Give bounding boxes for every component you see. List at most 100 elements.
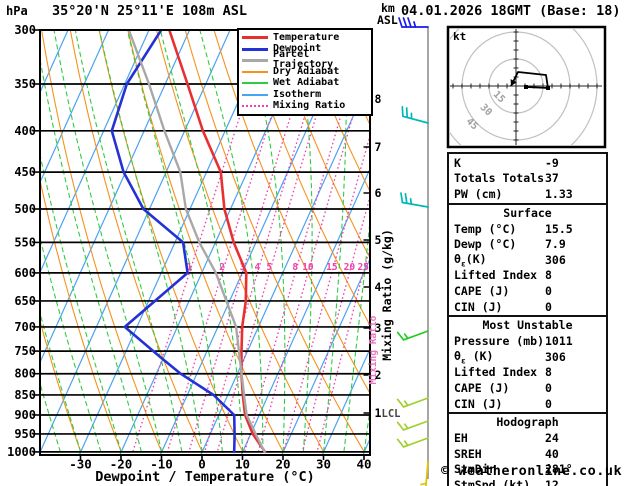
pressure-tick-label: 1000: [7, 445, 36, 459]
barb-half-feather: [403, 400, 409, 407]
mixing-axis-label: Mixing Ratio (g/kg): [380, 229, 394, 361]
km-tick-label: 8: [375, 92, 382, 106]
wind-barb: [396, 420, 429, 431]
legend-item: Temperature: [242, 32, 371, 43]
wind-barb: [396, 437, 429, 448]
footer-credit: © weatheronline.co.uk: [441, 463, 623, 479]
asl-axis-unit: ASL: [377, 13, 398, 27]
table-row: PW (cm) 1.33: [449, 186, 606, 202]
barb-half-feather: [403, 440, 409, 447]
table-row: CAPE (J) 0: [449, 283, 606, 299]
mixing-ratio-value-label: 15: [326, 262, 338, 273]
row-value: 0: [545, 299, 552, 314]
pressure-tick-label: 950: [14, 427, 36, 441]
row-value: 12: [545, 477, 559, 486]
row-label: PW (cm): [454, 186, 503, 201]
row-value: -9: [545, 155, 559, 170]
table-row: Lifted Index 8: [449, 268, 606, 284]
row-label: Lifted Index: [454, 268, 538, 283]
wind-barb: [398, 17, 429, 28]
pressure-tick-label: 400: [14, 124, 36, 138]
pressure-tick-label: 550: [14, 235, 36, 249]
barb-feather: [396, 438, 405, 448]
row-value: 8: [545, 365, 552, 380]
indices-section: K -9 Totals Totals 37 PW (cm) 1.33: [447, 152, 608, 205]
mixing-ratio-value-label: 20: [344, 262, 356, 273]
legend-item-label: Dry Adiabat: [273, 65, 340, 77]
row-label: EH: [454, 431, 468, 446]
pressure-tick-label: 750: [14, 344, 36, 358]
legend-item: Parcel Trajectory: [242, 50, 371, 70]
wind-barb: [396, 330, 429, 341]
barb-feather: [407, 17, 412, 28]
row-value: 0: [545, 380, 552, 395]
row-label: K: [454, 155, 461, 170]
table-row: Lifted Index 8: [449, 365, 606, 381]
pressure-tick-label: 800: [14, 367, 36, 381]
mixing-ratio-value-label: 4: [255, 262, 261, 273]
legend-swatch-mixing-ratio: [242, 105, 268, 108]
barb-feather: [404, 193, 408, 205]
pressure-tick-label: 500: [14, 202, 36, 216]
pressure-tick-label: 300: [14, 23, 36, 37]
barb-feather: [398, 17, 403, 28]
row-label: Lifted Index: [454, 365, 538, 380]
row-label: SREH: [454, 446, 482, 461]
row-value: 8: [545, 268, 552, 283]
table-row: θε (K) 306: [449, 349, 606, 365]
row-label: CAPE (J): [454, 380, 510, 395]
barb-feather: [402, 17, 408, 28]
barb-feather: [405, 107, 409, 119]
section-header: Surface: [503, 205, 552, 220]
row-value: 306: [545, 349, 566, 364]
station-title: 35°20'N 25°11'E 108m ASL: [52, 3, 248, 19]
wind-barb: [420, 461, 429, 486]
pressure-tick-label: 600: [14, 266, 36, 280]
mixing-ratio-value-label: 2: [219, 262, 225, 273]
table-row: CAPE (J) 0: [449, 380, 606, 396]
mixing-axis-label-pink: Mixing Ratio: [368, 315, 379, 384]
indices-section-most-unstable: Most Unstable Pressure (mb) 1011 θε (K) 306 L…: [447, 315, 608, 415]
legend-item: Mixing Ratio: [242, 100, 371, 111]
mixing-ratio-value-label: 10: [302, 262, 314, 273]
km-tick-label: 7: [375, 140, 382, 154]
row-label: Totals Totals: [454, 171, 545, 186]
row-value: 1011: [545, 334, 573, 349]
row-value: 1.33: [545, 186, 573, 201]
barb-half-feather: [403, 333, 409, 340]
barb-feather: [401, 105, 404, 118]
section-header: Most Unstable: [482, 318, 573, 333]
wet-adiabat-line: [384, 17, 453, 452]
hodograph-unit-label: kt: [453, 30, 467, 43]
barb-shaft: [425, 461, 429, 486]
legend-item: Wet Adiabat: [242, 78, 371, 89]
legend-swatch-temperature: [242, 36, 268, 40]
row-value: 0: [545, 283, 552, 298]
legend-swatch-wet-adiabat: [242, 82, 268, 85]
lcl-label: LCL: [382, 408, 401, 420]
row-label: StmSpd (kt): [454, 477, 531, 486]
barb-feather: [396, 398, 405, 408]
pressure-tick-label: 450: [14, 165, 36, 179]
legend-item-label: Temperature: [273, 31, 340, 43]
row-label: Dewp (°C): [454, 237, 517, 252]
legend-item: Isotherm: [242, 89, 371, 100]
row-label: CIN (J): [454, 299, 503, 314]
row-label: θε(K): [454, 251, 487, 268]
table-row: CIN (J) 0: [449, 396, 606, 412]
table-row: CIN (J) 0: [449, 299, 606, 315]
km-tick-label: 1: [375, 406, 382, 420]
mixing-ratio-value-label: 5: [266, 262, 272, 273]
legend-item-label: Mixing Ratio: [273, 100, 346, 112]
barb-feather: [400, 192, 404, 204]
barb-half-feather: [420, 482, 427, 486]
indices-section-surface: Surface Temp (°C) 15.5 Dewp (°C) 7.9 θε(K) 306…: [447, 202, 608, 318]
row-label: CAPE (J): [454, 283, 510, 298]
row-value: 24: [545, 431, 559, 446]
table-row: EH 24: [449, 430, 606, 446]
legend-swatch-dewpoint: [242, 47, 268, 51]
table-row: θε(K) 306: [449, 252, 606, 268]
section-header: Hodograph: [496, 415, 559, 430]
row-value: 0: [545, 396, 552, 411]
row-value: 7.9: [545, 237, 566, 252]
